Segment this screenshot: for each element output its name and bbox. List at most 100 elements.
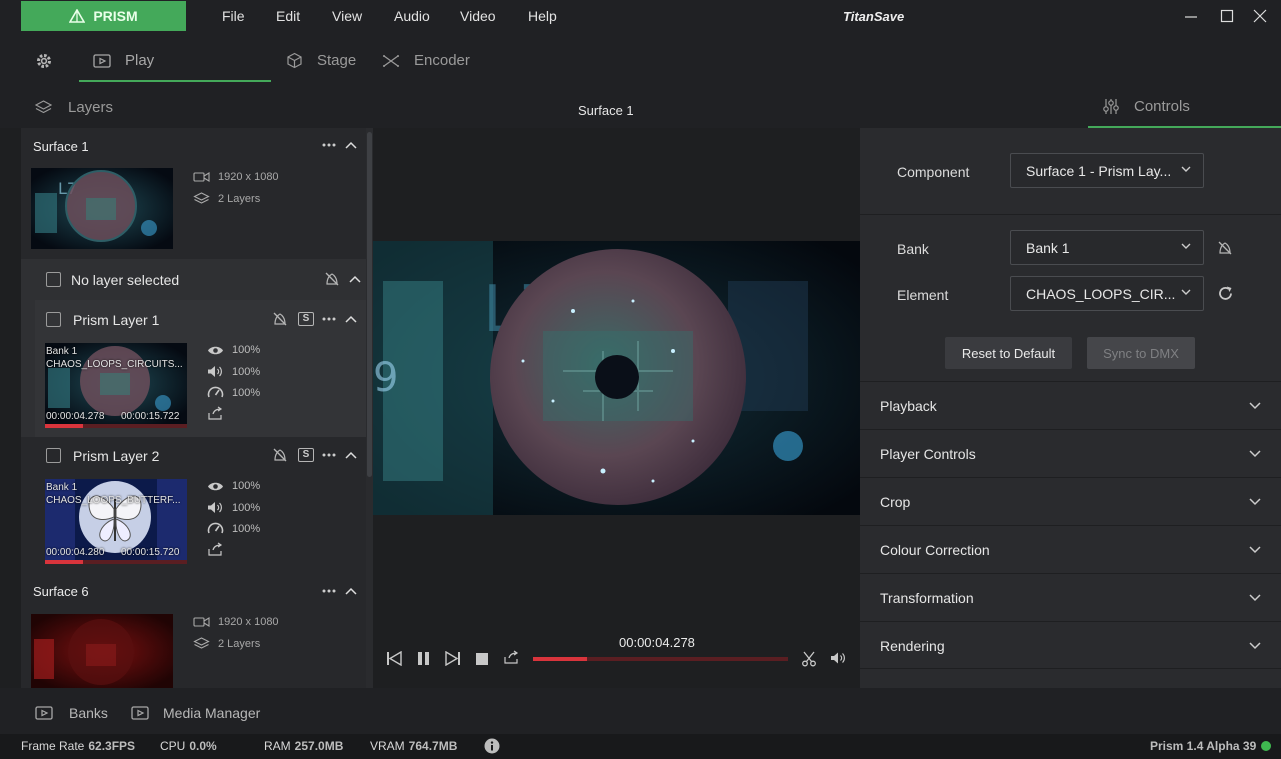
- section-player-controls-label: Player Controls: [880, 446, 976, 462]
- layer2-time-current: 00:00:04.280: [46, 547, 105, 558]
- layer2-speed[interactable]: 100%: [207, 522, 260, 535]
- player-timecode: 00:00:04.278: [619, 635, 695, 650]
- section-crop-label: Crop: [880, 494, 911, 510]
- layer1-more-icon[interactable]: [322, 317, 336, 321]
- surface6-thumbnail[interactable]: [31, 614, 173, 688]
- pause-icon[interactable]: [417, 651, 431, 666]
- section-transformation[interactable]: Transformation: [860, 573, 1281, 621]
- component-dropdown[interactable]: Surface 1 - Prism Lay...: [1010, 153, 1204, 188]
- layer1-checkbox[interactable]: [46, 312, 61, 327]
- minimize-button[interactable]: [1183, 8, 1199, 24]
- section-transformation-label: Transformation: [880, 590, 974, 606]
- layer2-clip-name: CHAOS_LOOPS_BUTTERF...: [46, 495, 181, 506]
- layer1-dmx-off-icon[interactable]: [272, 311, 288, 327]
- layers-header-label: Layers: [68, 99, 114, 116]
- skip-forward-icon[interactable]: [445, 651, 461, 666]
- maximize-button[interactable]: [1219, 8, 1235, 24]
- surface1-collapse-icon[interactable]: [345, 141, 357, 149]
- play-tab-icon: [93, 53, 111, 68]
- section-crop[interactable]: Crop: [860, 477, 1281, 525]
- logo-text: PRISM: [93, 8, 138, 24]
- speaker-icon: [208, 502, 222, 513]
- stop-icon[interactable]: [475, 652, 489, 666]
- scissors-icon[interactable]: [801, 651, 817, 667]
- scrollbar-thumb[interactable]: [367, 132, 372, 477]
- menu-view[interactable]: View: [332, 8, 362, 24]
- section-player-controls[interactable]: Player Controls: [860, 429, 1281, 477]
- skip-back-icon[interactable]: [386, 651, 402, 666]
- sync-to-dmx-button[interactable]: Sync to DMX: [1087, 337, 1195, 369]
- element-label: Element: [897, 287, 949, 303]
- surface6-layers-text: 2 Layers: [218, 637, 261, 650]
- menu-video[interactable]: Video: [460, 8, 496, 24]
- no-layer-checkbox[interactable]: [46, 272, 61, 287]
- panel-header-row: [0, 87, 1281, 128]
- layer1-solo-button[interactable]: S: [298, 312, 314, 326]
- layer2-dmx-off-icon[interactable]: [272, 447, 288, 463]
- tab-play[interactable]: Play: [93, 52, 154, 69]
- video-preview[interactable]: L7 9: [373, 241, 860, 515]
- layer2-solo-button[interactable]: S: [298, 448, 314, 462]
- loop-icon[interactable]: [503, 650, 520, 665]
- layer1-opacity[interactable]: 100%: [207, 344, 260, 356]
- surface1-more-icon[interactable]: [322, 143, 336, 147]
- refresh-icon[interactable]: [1217, 285, 1234, 302]
- reset-to-default-button[interactable]: Reset to Default: [945, 337, 1072, 369]
- layer2-more-icon[interactable]: [322, 453, 336, 457]
- tab-stage[interactable]: Stage: [286, 52, 356, 69]
- surface6-collapse-icon[interactable]: [345, 587, 357, 595]
- surface6-layer-count: 2 Layers: [193, 637, 260, 650]
- section-colour-correction[interactable]: Colour Correction: [860, 525, 1281, 573]
- volume-icon[interactable]: [830, 651, 847, 665]
- surface6-more-icon[interactable]: [322, 589, 336, 593]
- surface6-name: Surface 6: [33, 584, 89, 599]
- info-icon[interactable]: [484, 738, 500, 754]
- layer1-collapse-icon[interactable]: [345, 315, 357, 323]
- controls-tab-label: Controls: [1134, 98, 1190, 115]
- bank-dmx-off-icon[interactable]: [1217, 240, 1233, 256]
- surface1-resolution: 1920 x 1080: [193, 171, 279, 183]
- media-manager-button[interactable]: Media Manager: [131, 705, 260, 721]
- layer1-speed-value: 100%: [232, 386, 261, 399]
- close-button[interactable]: [1252, 8, 1268, 24]
- chevron-down-icon: [1181, 166, 1191, 172]
- vram-label: VRAM: [370, 739, 405, 753]
- layer1-bank: Bank 1: [46, 346, 78, 357]
- menu-audio[interactable]: Audio: [394, 8, 430, 24]
- dmx-off-icon[interactable]: [324, 271, 340, 287]
- controls-tab[interactable]: Controls: [1102, 98, 1190, 115]
- tab-play-label: Play: [125, 52, 155, 69]
- layer1-speed[interactable]: 100%: [207, 386, 260, 399]
- banks-button[interactable]: Banks: [35, 705, 108, 721]
- layer1-volume-value: 100%: [232, 365, 261, 378]
- menu-edit[interactable]: Edit: [276, 8, 300, 24]
- prism-logo-icon: [69, 9, 86, 23]
- bank-dropdown[interactable]: Bank 1: [1010, 230, 1204, 265]
- section-rendering[interactable]: Rendering: [860, 621, 1281, 669]
- encoder-icon: [383, 54, 399, 67]
- layers-icon: [35, 100, 52, 114]
- surface1-thumbnail[interactable]: L7: [31, 168, 173, 249]
- layer2-checkbox[interactable]: [46, 448, 61, 463]
- layer1-share-icon[interactable]: [207, 406, 224, 421]
- gear-icon[interactable]: [35, 52, 53, 70]
- layer2-name: Prism Layer 2: [73, 448, 160, 464]
- prism-logo[interactable]: PRISM: [21, 1, 186, 31]
- element-dropdown[interactable]: CHAOS_LOOPS_CIR...: [1010, 276, 1204, 311]
- section-colour-correction-label: Colour Correction: [880, 542, 990, 558]
- element-value: CHAOS_LOOPS_CIR...: [1026, 285, 1176, 302]
- layer2-opacity[interactable]: 100%: [207, 480, 260, 492]
- layer2-bank: Bank 1: [46, 482, 78, 493]
- menu-file[interactable]: File: [222, 8, 245, 24]
- section-playback[interactable]: Playback: [860, 381, 1281, 429]
- tab-encoder[interactable]: Encoder: [382, 52, 470, 69]
- layer2-volume[interactable]: 100%: [207, 501, 260, 514]
- no-layer-collapse-icon[interactable]: [349, 275, 361, 283]
- cube-icon: [287, 52, 302, 69]
- chevron-down-icon: [1249, 642, 1261, 650]
- menu-help[interactable]: Help: [528, 8, 557, 24]
- layer2-collapse-icon[interactable]: [345, 451, 357, 459]
- bank-value: Bank 1: [1026, 239, 1070, 256]
- layer2-share-icon[interactable]: [207, 542, 224, 557]
- layer1-volume[interactable]: 100%: [207, 365, 260, 378]
